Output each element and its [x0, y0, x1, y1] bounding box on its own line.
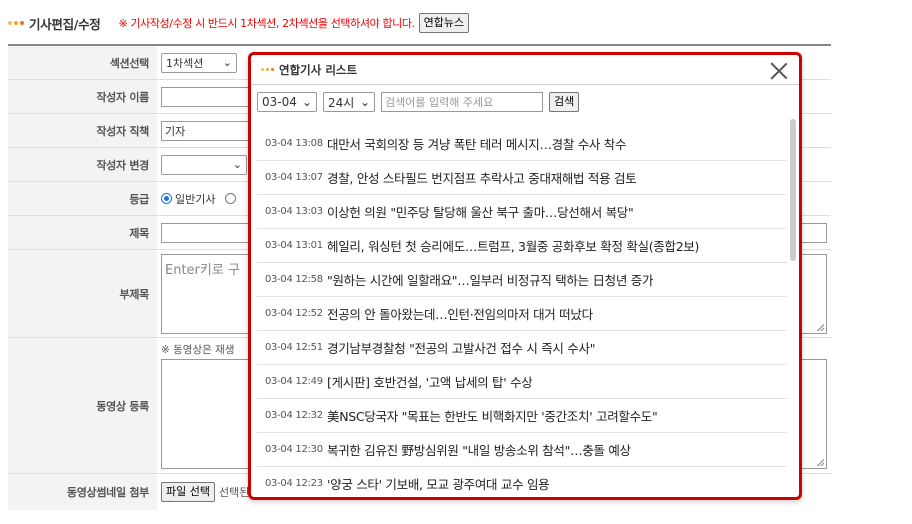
- author-change-select[interactable]: ⌄: [161, 154, 247, 175]
- article-title-link[interactable]: 경기남부경찰청 "전공의 고발사건 접수 시 즉시 수사": [327, 338, 595, 357]
- file-select-button[interactable]: 파일 선택: [161, 482, 215, 502]
- page-header: 기사편집/수정 ※ 기사작성/수정 시 반드시 1차섹션, 2차섹션을 선택하셔…: [8, 10, 470, 36]
- popup-filter-bar: 03-04 ⌄ 24시 ⌄ 검색어를 입력해 주세요 검색: [257, 92, 580, 112]
- yonhap-news-button[interactable]: 연합뉴스: [418, 13, 470, 33]
- article-title-link[interactable]: 전공의 안 돌아왔는데…인턴·전임의마저 대거 떠났다: [327, 304, 593, 323]
- title-label: 제목: [8, 216, 157, 249]
- article-title-link[interactable]: 이상헌 의원 "민주당 탈당해 울산 북구 출마…당선해서 복당": [327, 202, 633, 221]
- article-title-link[interactable]: 대만서 국회의장 등 겨냥 폭탄 테러 메시지…경찰 수사 착수: [327, 134, 626, 153]
- resize-grip-icon[interactable]: [817, 459, 824, 466]
- article-title-link[interactable]: 美NSC당국자 "목표는 한반도 비핵화지만 '중간조치' 고려할수도": [327, 406, 657, 425]
- article-time: 03-04 12:51: [265, 342, 323, 353]
- article-list: 03-04 13:08 대만서 국회의장 등 겨냥 폭탄 테러 메시지…경찰 수사…: [257, 127, 787, 497]
- chevron-down-icon: ⌄: [301, 95, 312, 109]
- article-title-link[interactable]: 경찰, 안성 스타필드 번지점프 추락사고 중대재해법 적용 검토: [327, 168, 636, 187]
- article-list-item[interactable]: 03-04 13:01 헤일리, 워싱턴 첫 승리에도…트럼프, 3월중 공화후보…: [257, 229, 787, 263]
- author-name-input[interactable]: [161, 86, 251, 107]
- author-name-label: 작성자 이름: [8, 80, 157, 113]
- article-list-item[interactable]: 03-04 12:32 美NSC당국자 "목표는 한반도 비핵화지만 '중간조치'…: [257, 399, 787, 433]
- article-time: 03-04 13:01: [265, 240, 323, 251]
- close-icon[interactable]: [769, 61, 789, 81]
- date-select-value: 03-04: [262, 95, 297, 109]
- scrollbar[interactable]: [790, 119, 796, 489]
- section-notice: ※ 기사작성/수정 시 반드시 1차섹션, 2차섹션을 선택하셔야 합니다.: [118, 17, 415, 30]
- grade-radio-other[interactable]: [225, 193, 237, 204]
- subtitle-label: 부제목: [8, 250, 157, 337]
- grade-radio-general[interactable]: [161, 193, 172, 204]
- subtitle-placeholder: Enter키로 구: [165, 263, 240, 278]
- scrollbar-thumb[interactable]: [790, 119, 796, 261]
- article-time: 03-04 12:30: [265, 444, 323, 455]
- chevron-down-icon: ⌄: [359, 95, 370, 109]
- bullet-dots-icon: [8, 21, 24, 25]
- resize-grip-icon[interactable]: [817, 324, 824, 331]
- article-title-link[interactable]: '양궁 스타' 기보배, 모교 광주여대 교수 임용: [327, 474, 549, 493]
- article-time: 03-04 12:32: [265, 410, 323, 421]
- author-role-label: 작성자 직책: [8, 114, 157, 147]
- hour-select[interactable]: 24시 ⌄: [323, 92, 375, 112]
- article-title-link[interactable]: 복귀한 김유진 野방심위원 "내일 방송소위 참석"…충돌 예상: [327, 440, 631, 459]
- article-list-item[interactable]: 03-04 12:58 "원하는 시간에 일할래요"…일부러 비정규직 택하는 日…: [257, 263, 787, 297]
- bullet-dots-icon: [261, 68, 274, 71]
- article-list-item[interactable]: 03-04 12:30 복귀한 김유진 野방심위원 "내일 방송소위 참석"…충돌…: [257, 433, 787, 467]
- article-list-item[interactable]: 03-04 13:08 대만서 국회의장 등 겨냥 폭탄 테러 메시지…경찰 수사…: [257, 127, 787, 161]
- article-time: 03-04 12:58: [265, 274, 323, 285]
- article-list-item[interactable]: 03-04 12:52 전공의 안 돌아왔는데…인턴·전임의마저 대거 떠났다: [257, 297, 787, 331]
- yonhap-article-popup: 연합기사 리스트 03-04 ⌄ 24시 ⌄ 검색어를 입력해 주세요 검색 0…: [248, 52, 802, 500]
- video-note: ※ 동영상은 재생: [161, 344, 235, 356]
- search-input[interactable]: 검색어를 입력해 주세요: [381, 92, 543, 112]
- article-list-item[interactable]: 03-04 12:23 '양궁 스타' 기보배, 모교 광주여대 교수 임용: [257, 467, 787, 497]
- article-time: 03-04 12:23: [265, 478, 323, 489]
- section-label: 섹션선택: [8, 46, 157, 79]
- section-select-value: 1차섹션: [166, 56, 204, 70]
- grade-label: 등급: [8, 182, 157, 215]
- hour-select-value: 24시: [328, 95, 355, 110]
- article-title-link[interactable]: "원하는 시간에 일할래요"…일부러 비정규직 택하는 日청년 증가: [327, 270, 653, 289]
- article-time: 03-04 13:08: [265, 138, 323, 149]
- thumbnail-label: 동영상썸네일 첨부: [8, 474, 157, 510]
- article-time: 03-04 13:07: [265, 172, 323, 183]
- article-title-link[interactable]: 헤일리, 워싱턴 첫 승리에도…트럼프, 3월중 공화후보 확정 확실(종합2보…: [327, 236, 699, 255]
- author-role-input[interactable]: 기자: [161, 120, 251, 141]
- article-list-item[interactable]: 03-04 13:07 경찰, 안성 스타필드 번지점프 추락사고 중대재해법 적…: [257, 161, 787, 195]
- grade-option-general-label: 일반기사: [175, 192, 216, 206]
- article-list-item[interactable]: 03-04 12:49 [게시판] 호반건설, '고액 납세의 탑' 수상: [257, 365, 787, 399]
- page-title: 기사편집/수정: [29, 16, 101, 32]
- article-title-link[interactable]: [게시판] 호반건설, '고액 납세의 탑' 수상: [327, 372, 532, 391]
- chevron-down-icon: ⌄: [222, 56, 232, 69]
- section-select[interactable]: 1차섹션 ⌄: [161, 52, 237, 73]
- article-list-item[interactable]: 03-04 12:51 경기남부경찰청 "전공의 고발사건 접수 시 즉시 수사": [257, 331, 787, 365]
- article-time: 03-04 13:03: [265, 206, 323, 217]
- search-button[interactable]: 검색: [549, 92, 580, 112]
- article-time: 03-04 12:52: [265, 308, 323, 319]
- popup-title: 연합기사 리스트: [279, 62, 358, 77]
- article-time: 03-04 12:49: [265, 376, 323, 387]
- popup-titlebar: 연합기사 리스트: [251, 55, 799, 85]
- video-label: 동영상 등록: [8, 338, 157, 473]
- chevron-down-icon: ⌄: [232, 158, 242, 171]
- author-change-label: 작성자 변경: [8, 148, 157, 181]
- article-list-item[interactable]: 03-04 13:03 이상헌 의원 "민주당 탈당해 울산 북구 출마…당선해서…: [257, 195, 787, 229]
- date-select[interactable]: 03-04 ⌄: [257, 92, 317, 112]
